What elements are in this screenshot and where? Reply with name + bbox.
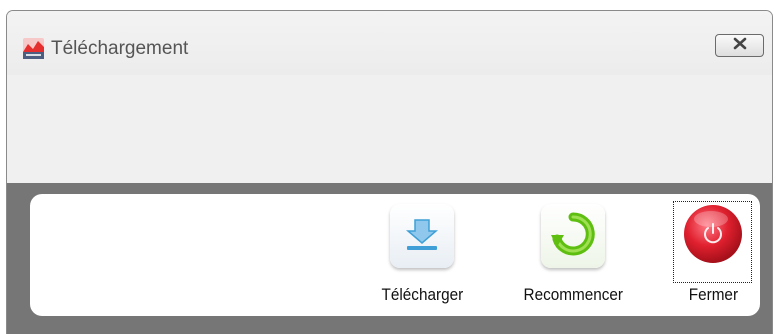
close-x-icon [732, 37, 748, 55]
window-close-button[interactable] [715, 34, 764, 57]
window-title: Téléchargement [51, 38, 189, 59]
download-button[interactable]: Télécharger [363, 204, 481, 305]
download-icon [402, 214, 442, 259]
restart-label: Recommencer [523, 285, 623, 304]
focus-rectangle [673, 201, 752, 283]
restart-button[interactable]: Recommencer [501, 204, 645, 305]
download-label: Télécharger [381, 285, 463, 304]
close-app-button[interactable]: Fermer [671, 201, 755, 305]
action-panel: Télécharger Recommencer Fermer [30, 194, 760, 316]
close-app-label: Fermer [688, 285, 738, 304]
download-window: Téléchargement Télécharger Recommencer F… [6, 10, 773, 334]
refresh-icon [550, 211, 596, 262]
title-bar[interactable]: Téléchargement [7, 11, 772, 75]
app-logo-icon [23, 38, 44, 59]
restart-tile [541, 204, 605, 268]
download-tile [390, 204, 454, 268]
